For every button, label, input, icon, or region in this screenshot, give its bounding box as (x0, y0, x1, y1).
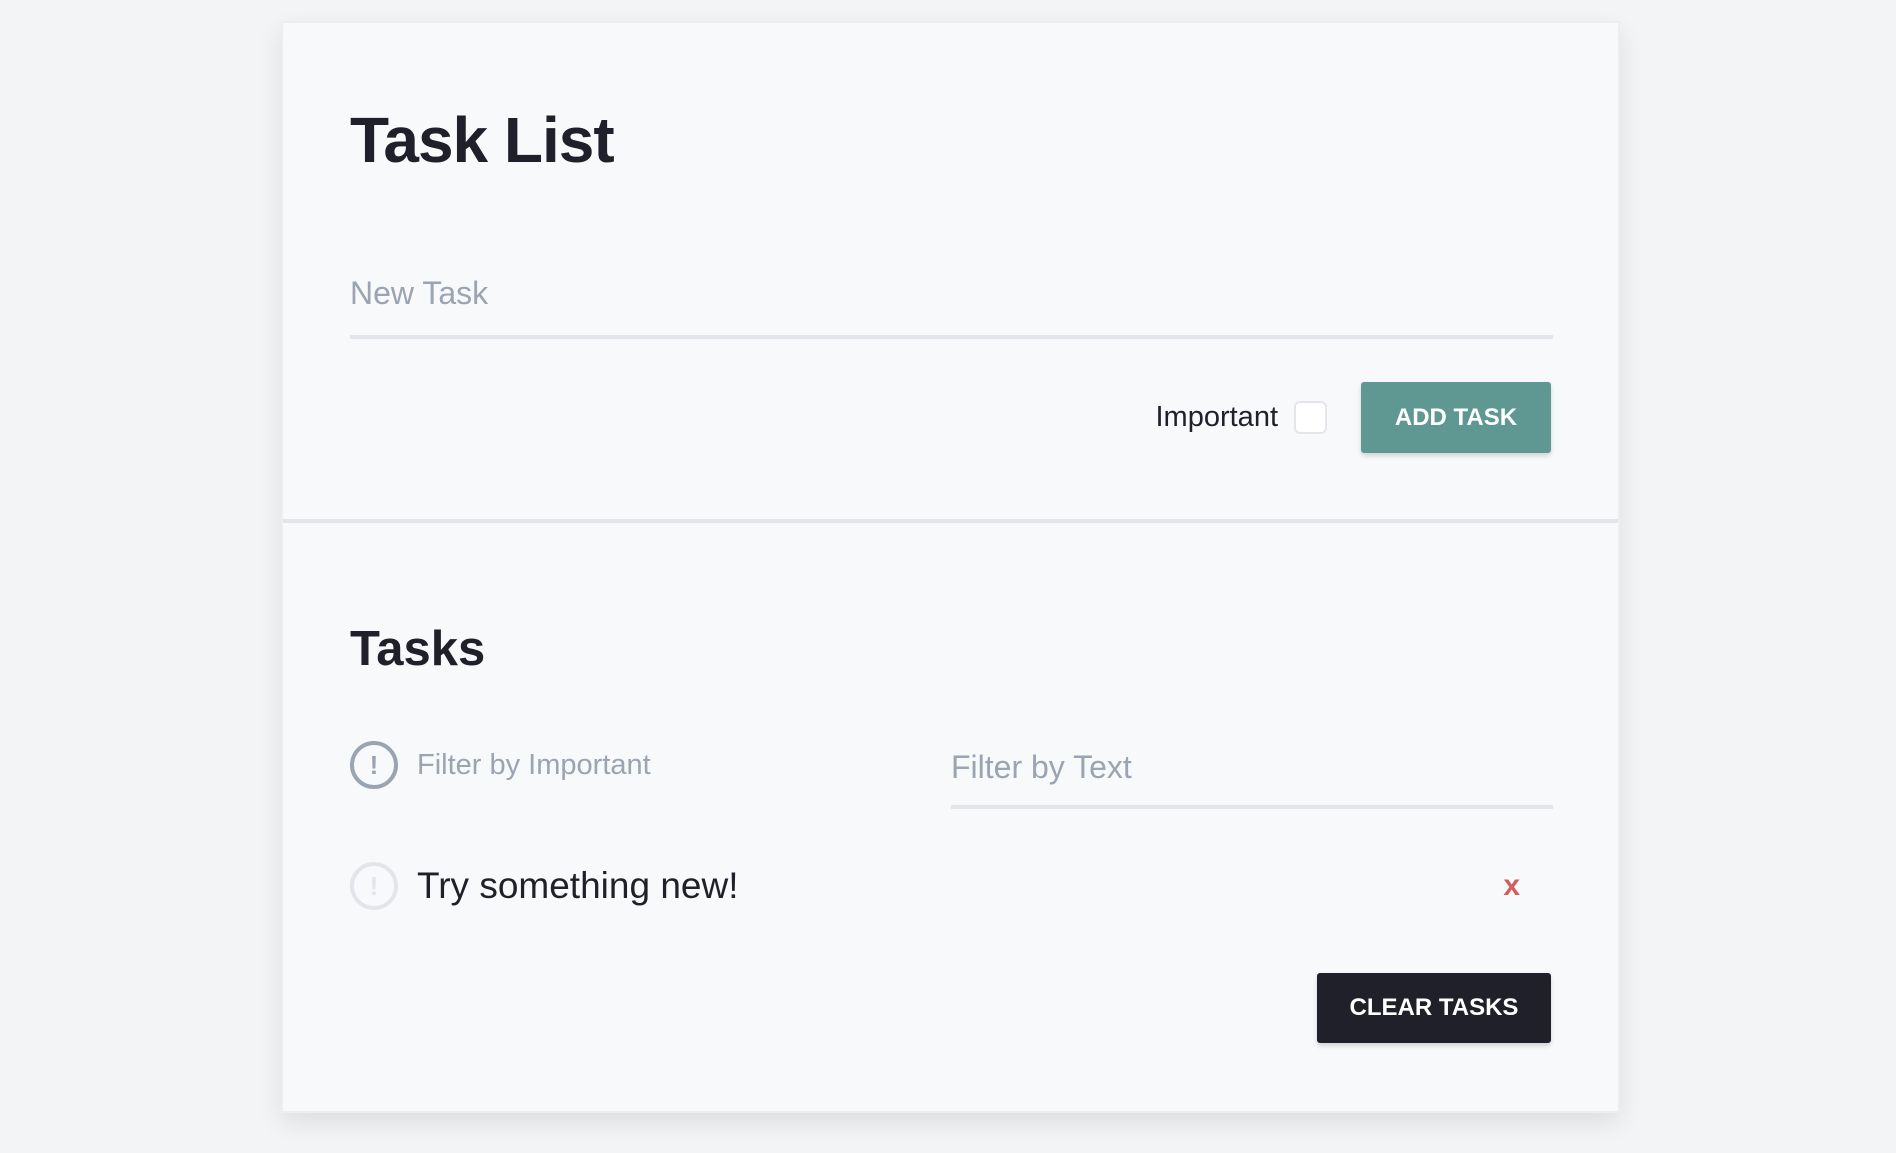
important-checkbox[interactable] (1294, 401, 1327, 434)
filter-important-toggle[interactable]: ! Filter by Important (350, 741, 651, 789)
important-row: Important ADD TASK (1155, 381, 1551, 454)
exclamation-circle-icon[interactable]: ! (350, 862, 398, 910)
new-task-input[interactable] (350, 251, 1553, 339)
clear-tasks-button[interactable]: CLEAR TASKS (1317, 973, 1551, 1043)
page-title: Task List (350, 104, 615, 176)
filter-important-label: Filter by Important (417, 748, 651, 781)
tasks-heading: Tasks (350, 622, 486, 676)
add-task-section: Task List Important ADD TASK (283, 23, 1618, 523)
task-text: Try something new! (417, 865, 739, 906)
list-item: ! Try something new! x (350, 861, 1553, 911)
filter-text-input[interactable] (951, 729, 1553, 809)
add-task-button[interactable]: ADD TASK (1361, 382, 1551, 453)
delete-task-button[interactable]: x (1503, 869, 1520, 903)
important-label: Important (1155, 401, 1279, 433)
task-list-card: Task List Important ADD TASK Tasks ! Fil… (281, 21, 1620, 1113)
exclamation-circle-icon[interactable]: ! (350, 741, 398, 789)
